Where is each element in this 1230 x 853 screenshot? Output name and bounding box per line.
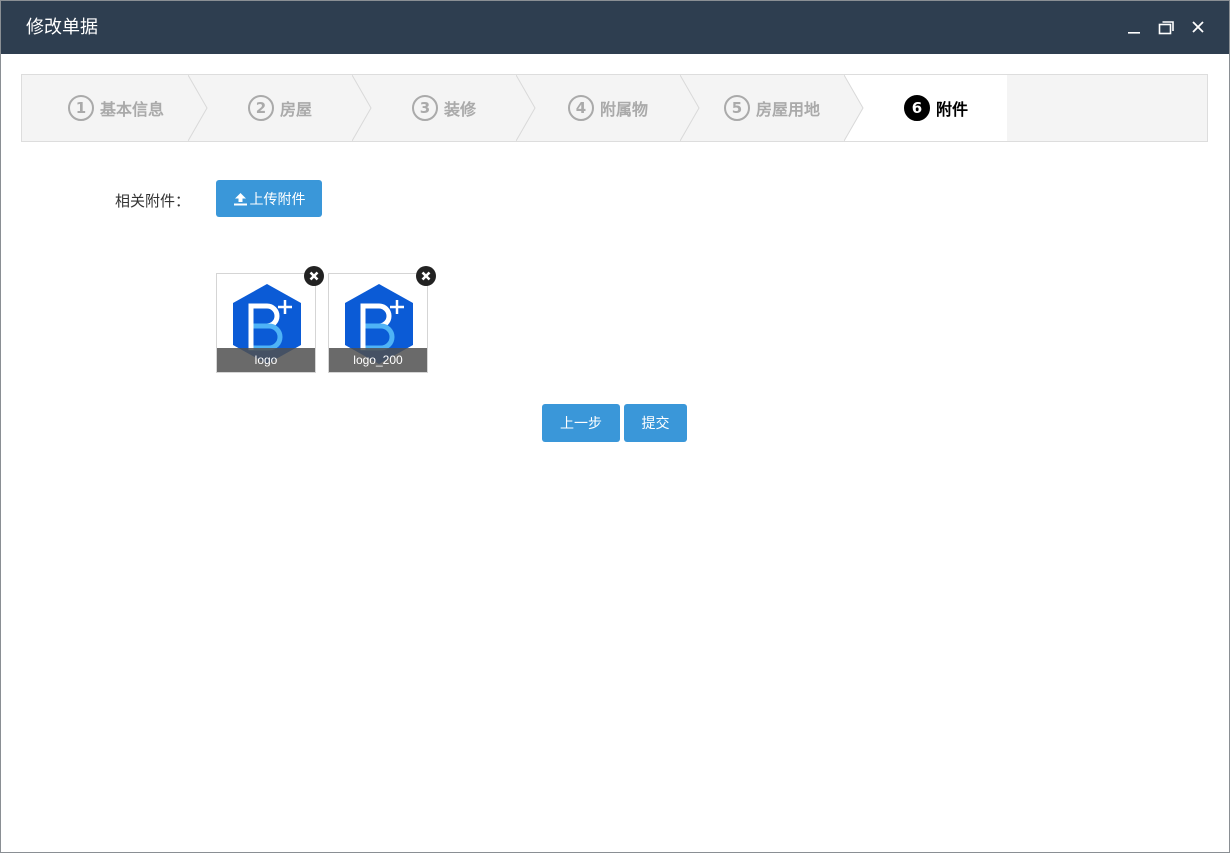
step-decoration[interactable]: 3 装修 bbox=[412, 75, 476, 141]
step-label: 房屋 bbox=[280, 100, 313, 119]
step-number: 3 bbox=[412, 95, 438, 121]
step-label: 房屋用地 bbox=[756, 100, 821, 119]
attachments-label: 相关附件： bbox=[115, 192, 191, 210]
file-name: logo bbox=[217, 348, 315, 372]
minimize-button[interactable] bbox=[1123, 16, 1145, 38]
remove-circle-icon bbox=[309, 271, 319, 281]
maximize-icon bbox=[1158, 21, 1174, 35]
file-name: logo_200 bbox=[329, 348, 427, 372]
maximize-button[interactable] bbox=[1155, 16, 1177, 38]
attachment-thumbnail[interactable]: logo bbox=[216, 273, 316, 373]
step-basic-info[interactable]: 1 基本信息 bbox=[68, 75, 164, 141]
previous-step-button[interactable]: 上一步 bbox=[542, 404, 620, 442]
step-label: 装修 bbox=[444, 100, 477, 119]
remove-attachment-button[interactable] bbox=[304, 266, 324, 286]
step-separator bbox=[516, 75, 536, 141]
upload-attachment-button[interactable]: 上传附件 bbox=[216, 180, 322, 217]
minimize-icon bbox=[1128, 32, 1140, 34]
step-separator bbox=[680, 75, 700, 141]
upload-button-label: 上传附件 bbox=[249, 191, 306, 208]
step-attachments[interactable]: 6 附件 bbox=[904, 75, 968, 141]
step-separator bbox=[352, 75, 372, 141]
close-button[interactable] bbox=[1187, 16, 1209, 38]
step-number: 4 bbox=[568, 95, 594, 121]
step-house[interactable]: 2 房屋 bbox=[248, 75, 312, 141]
step-house-land[interactable]: 5 房屋用地 bbox=[724, 75, 820, 141]
step-number: 5 bbox=[724, 95, 750, 121]
step-separator bbox=[188, 75, 208, 141]
remove-attachment-button[interactable] bbox=[416, 266, 436, 286]
dialog-title: 修改单据 bbox=[26, 17, 98, 38]
step-label: 附件 bbox=[936, 100, 969, 119]
submit-button[interactable]: 提交 bbox=[624, 404, 687, 442]
step-label: 附属物 bbox=[600, 100, 649, 119]
step-number: 1 bbox=[68, 95, 94, 121]
upload-icon bbox=[233, 192, 247, 205]
remove-circle-icon bbox=[421, 271, 431, 281]
step-separator bbox=[844, 75, 864, 141]
wizard-steps: 1 基本信息 2 房屋 3 装修 4 附属物 5 房屋用地 6 附件 bbox=[21, 74, 1208, 142]
step-number: 2 bbox=[248, 95, 274, 121]
step-number: 6 bbox=[904, 95, 930, 121]
step-label: 基本信息 bbox=[100, 100, 165, 119]
dialog-window: 修改单据 1 基本信息 2 房屋 3 装修 4 附属物 5 房屋用地 6 附件 … bbox=[0, 0, 1230, 853]
close-icon bbox=[1192, 21, 1204, 33]
step-attachments-structures[interactable]: 4 附属物 bbox=[568, 75, 648, 141]
title-bar[interactable]: 修改单据 bbox=[1, 1, 1229, 54]
attachment-thumbnail[interactable]: logo_200 bbox=[328, 273, 428, 373]
